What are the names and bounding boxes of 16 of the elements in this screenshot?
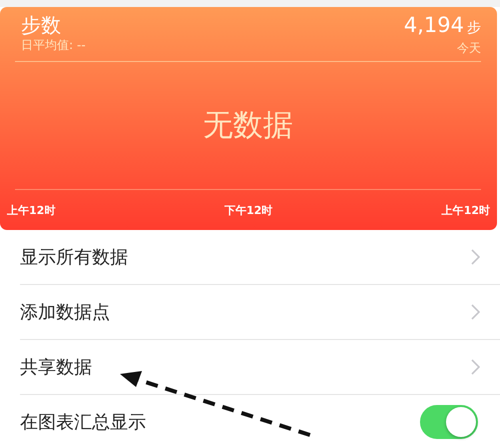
chart-title: 步数 [20, 13, 61, 37]
chevron-icon [471, 359, 480, 375]
axis-label: 上午12时 [442, 202, 490, 218]
empty-message: 无数据 [203, 107, 293, 145]
row-label: 在图表汇总显示 [20, 411, 146, 434]
row-label[interactable]: 显示所有数据 [20, 245, 128, 269]
chevron-icon [471, 304, 480, 320]
period-label: 今天 [456, 40, 481, 57]
daily-average: 日平均值: -- [20, 37, 86, 54]
step-count: 4,194 步 [404, 13, 481, 39]
toggle-switch[interactable] [420, 405, 478, 439]
axis-label: 下午12时 [224, 202, 273, 218]
row-label[interactable]: 共享数据 [20, 355, 92, 379]
axis-label: 上午12时 [7, 202, 56, 218]
chevron-icon [471, 249, 480, 265]
row-label[interactable]: 添加数据点 [20, 300, 110, 324]
